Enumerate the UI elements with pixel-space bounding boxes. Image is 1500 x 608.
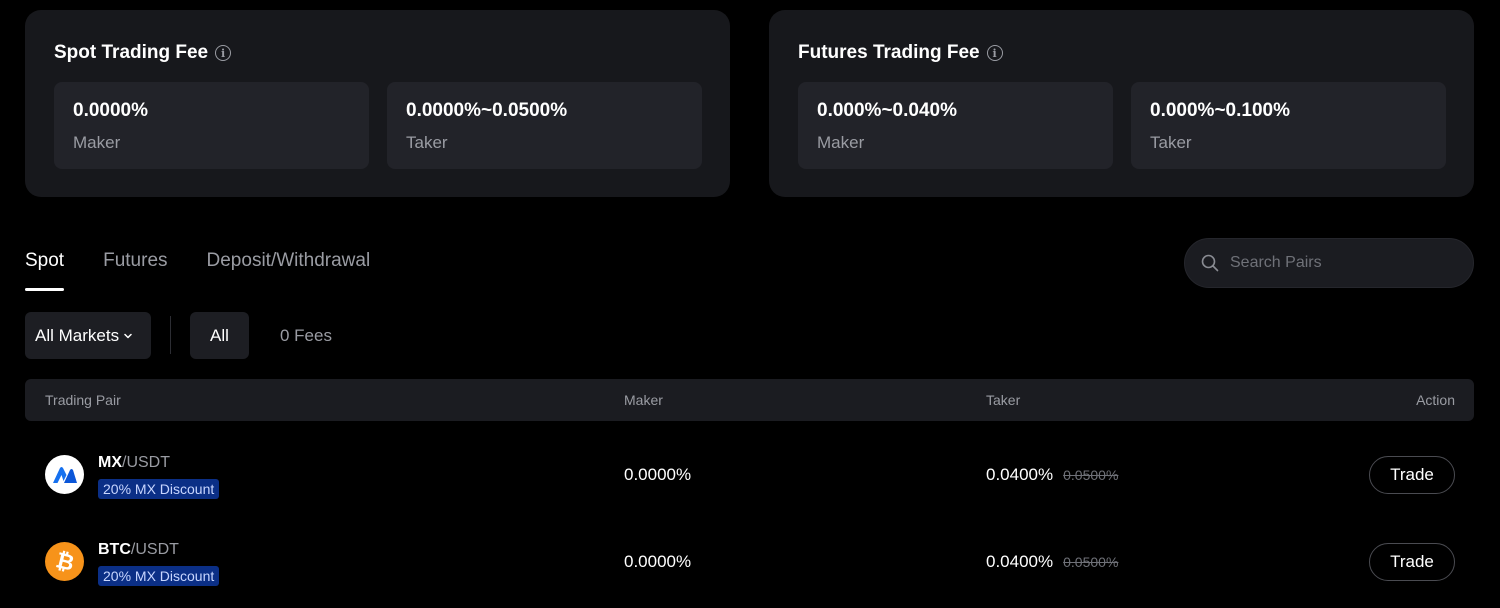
maker-fee: 0.0000% bbox=[624, 465, 692, 484]
discount-badge: 20% MX Discount bbox=[98, 479, 220, 499]
futures-maker-box: 0.000%~0.040% Maker bbox=[798, 82, 1113, 169]
table-header: Trading Pair Maker Taker Action bbox=[25, 379, 1474, 421]
mx-logo-icon bbox=[45, 455, 84, 494]
maker-fee: 0.0000% bbox=[624, 552, 692, 571]
trade-button[interactable]: Trade bbox=[1369, 456, 1455, 494]
pair-name: BTC/USDT bbox=[98, 541, 179, 559]
spot-taker-box: 0.0000%~0.0500% Taker bbox=[387, 82, 702, 169]
pair-base: MX bbox=[98, 454, 122, 471]
taker-fee-cell: 0.0400% 0.0500% bbox=[986, 465, 1118, 485]
pair-name: MX/USDT bbox=[98, 454, 170, 472]
futures-maker-label: Maker bbox=[817, 133, 865, 152]
taker-fee-original: 0.0500% bbox=[1063, 467, 1119, 483]
futures-taker-box: 0.000%~0.100% Taker bbox=[1131, 82, 1446, 169]
tab-spot[interactable]: Spot bbox=[25, 250, 65, 291]
trade-button[interactable]: Trade bbox=[1369, 543, 1455, 581]
fee-schedule-page: Spot Trading Fee i 0.0000% Maker 0.0000%… bbox=[0, 0, 1500, 608]
btc-logo-icon: ₿ bbox=[45, 542, 84, 581]
market-select[interactable]: All Markets bbox=[25, 312, 151, 359]
spot-fee-title-text: Spot Trading Fee bbox=[54, 42, 209, 63]
futures-maker-value: 0.000%~0.040% bbox=[817, 100, 957, 121]
header-action: Action bbox=[1416, 392, 1455, 408]
taker-fee-cell: 0.0400% 0.0500% bbox=[986, 552, 1118, 572]
spot-maker-label: Maker bbox=[73, 133, 121, 152]
filter-chip-zero-fees[interactable]: 0 Fees bbox=[280, 312, 332, 359]
tab-futures[interactable]: Futures bbox=[103, 250, 167, 290]
futures-taker-value: 0.000%~0.100% bbox=[1150, 100, 1290, 121]
spot-maker-box: 0.0000% Maker bbox=[54, 82, 369, 169]
pair-base: BTC bbox=[98, 541, 131, 558]
spot-fee-title: Spot Trading Fee i bbox=[54, 42, 232, 64]
info-icon[interactable]: i bbox=[215, 45, 232, 61]
spot-taker-label: Taker bbox=[406, 133, 448, 152]
taker-fee: 0.0400% bbox=[986, 552, 1054, 571]
filter-divider bbox=[170, 316, 171, 354]
search-icon bbox=[1201, 254, 1219, 272]
market-select-label: All Markets bbox=[35, 325, 120, 345]
futures-taker-label: Taker bbox=[1150, 133, 1192, 152]
futures-fee-card: Futures Trading Fee i 0.000%~0.040% Make… bbox=[769, 10, 1474, 197]
spot-maker-value: 0.0000% bbox=[73, 100, 149, 121]
fee-tabs: Spot Futures Deposit/Withdrawal bbox=[25, 250, 371, 291]
info-icon[interactable]: i bbox=[986, 45, 1003, 61]
futures-fee-title-text: Futures Trading Fee bbox=[798, 42, 980, 63]
spot-fee-card: Spot Trading Fee i 0.0000% Maker 0.0000%… bbox=[25, 10, 730, 197]
table-row: ₿ BTC/USDT 20% MX Discount 0.0000% 0.040… bbox=[25, 523, 1474, 603]
header-maker: Maker bbox=[624, 392, 663, 408]
taker-fee: 0.0400% bbox=[986, 465, 1054, 484]
filter-chip-all[interactable]: All bbox=[190, 312, 249, 359]
taker-fee-original: 0.0500% bbox=[1063, 554, 1119, 570]
table-row: MX/USDT 20% MX Discount 0.0000% 0.0400% … bbox=[25, 436, 1474, 516]
chevron-down-icon bbox=[124, 333, 132, 338]
header-taker: Taker bbox=[986, 392, 1021, 408]
pair-quote: /USDT bbox=[122, 454, 170, 471]
pair-quote: /USDT bbox=[130, 541, 179, 558]
search-input[interactable] bbox=[1230, 254, 1450, 272]
search-box[interactable] bbox=[1184, 238, 1474, 288]
futures-fee-title: Futures Trading Fee i bbox=[798, 42, 1003, 64]
header-trading-pair: Trading Pair bbox=[45, 392, 121, 408]
discount-badge: 20% MX Discount bbox=[98, 566, 220, 586]
tab-deposit-withdrawal[interactable]: Deposit/Withdrawal bbox=[207, 250, 371, 290]
spot-taker-value: 0.0000%~0.0500% bbox=[406, 100, 568, 121]
